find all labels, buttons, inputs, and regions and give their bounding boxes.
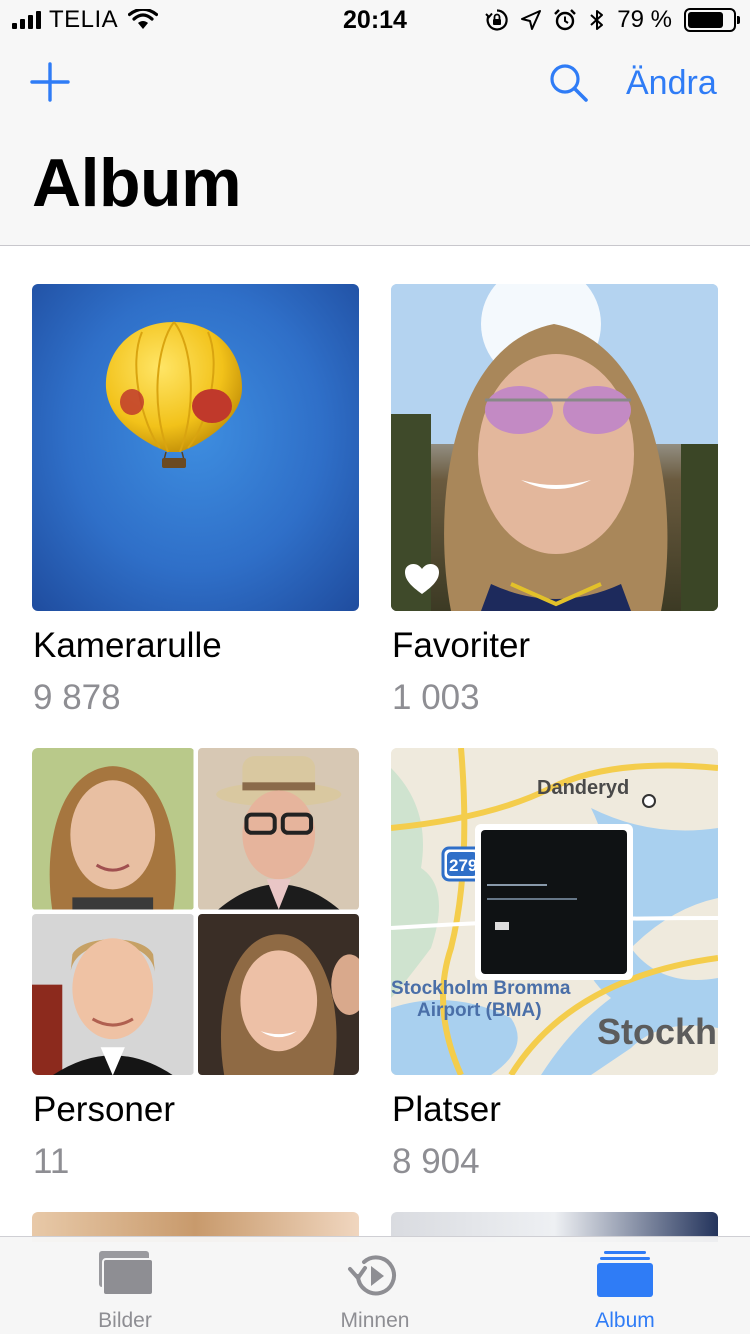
map-label-road: 279 [449,856,477,875]
album-places[interactable]: Danderyd 279 Stockholm Bromma Airport (B… [391,748,718,1181]
photos-icon [99,1251,154,1296]
memories-icon [348,1255,396,1296]
heart-icon [405,564,439,594]
map-thumbnail: Danderyd 279 Stockholm Bromma Airport (B… [391,748,718,1075]
location-icon [521,10,542,30]
page-title: Album [32,145,242,221]
map-label-danderyd: Danderyd [537,777,629,799]
person-face-3 [32,913,194,1075]
map-label-bromma: Stockholm Bromma [391,978,571,999]
album-favorites[interactable]: Favoriter 1 003 [391,284,718,717]
plus-icon [30,62,70,102]
battery-percent: 79 % [617,6,672,33]
search-icon [550,64,588,102]
map-label-airport: Airport (BMA) [417,1000,542,1021]
album-count: 11 [33,1142,70,1181]
bluetooth-icon [590,10,604,30]
hot-air-balloon-photo [105,321,242,468]
album-people[interactable]: Personer 11 [32,748,359,1181]
album-title: Platser [392,1090,501,1129]
status-bar: TELIA 20:14 79 % [0,0,750,40]
map-label-stockholm: Stockh [597,1011,717,1052]
tab-photos[interactable]: Bilder [0,1237,250,1334]
album-thumbnail [32,284,359,611]
tab-label: Album [595,1309,655,1332]
tab-label: Bilder [98,1309,152,1332]
album-thumbnail: Danderyd 279 Stockholm Bromma Airport (B… [391,748,718,1075]
album-camera-roll[interactable]: Kamerarulle 9 878 [32,284,359,717]
edit-button[interactable]: Ändra [626,64,717,103]
tab-label: Minnen [340,1309,410,1332]
album-title: Favoriter [392,626,531,665]
search-button[interactable] [548,62,590,104]
album-icon [597,1251,653,1297]
nav-header: Ändra Album [0,40,750,246]
person-face-2 [197,748,359,910]
alarm-icon [554,9,577,31]
album-thumbnail [391,284,718,611]
add-album-button[interactable] [30,62,70,102]
status-right: 79 % [485,5,740,35]
album-count: 9 878 [33,678,121,717]
album-thumbnail [32,748,359,1075]
person-face-1 [32,748,194,910]
album-title: Personer [33,1090,176,1129]
tab-bar: Bilder Minnen Album [0,1236,750,1334]
orientation-lock-icon [485,9,509,31]
tab-memories[interactable]: Minnen [250,1237,500,1334]
tab-albums[interactable]: Album [500,1237,750,1334]
person-face-4 [197,913,359,1075]
battery-icon [684,8,740,32]
album-title: Kamerarulle [33,626,222,665]
battery-fill [688,12,723,28]
album-count: 8 904 [392,1142,480,1181]
album-count: 1 003 [392,678,480,717]
